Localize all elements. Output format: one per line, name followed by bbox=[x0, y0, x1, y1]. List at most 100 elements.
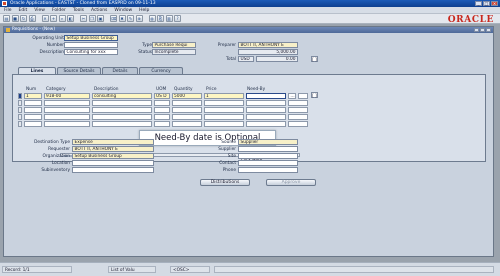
subinventory-field[interactable] bbox=[72, 167, 154, 173]
line-quantity-cell[interactable]: 5000 bbox=[172, 93, 202, 99]
row-selector[interactable] bbox=[18, 100, 22, 106]
table-row[interactable] bbox=[18, 107, 308, 113]
tab-lines[interactable]: Lines bbox=[18, 67, 56, 74]
menu-file[interactable]: File bbox=[4, 8, 12, 13]
location-field[interactable] bbox=[72, 160, 154, 166]
paste-icon[interactable]: ▣ bbox=[97, 15, 104, 22]
line-uom-cell[interactable]: US D bbox=[154, 93, 170, 99]
print-icon[interactable]: ⎙ bbox=[28, 15, 36, 22]
close-form-icon[interactable]: ✕ bbox=[41, 15, 49, 22]
form-close-icon[interactable] bbox=[486, 27, 491, 32]
show-navigator-icon[interactable]: ◧ bbox=[67, 15, 74, 22]
line-price-cell[interactable] bbox=[204, 100, 244, 106]
line-quantity-cell[interactable] bbox=[172, 121, 202, 127]
menu-help[interactable]: Help bbox=[139, 8, 149, 13]
preparer-field[interactable]: BOTT II, ANTHONY E bbox=[238, 42, 298, 48]
edit-field-icon[interactable]: ✎ bbox=[127, 15, 134, 22]
line-price-cell[interactable] bbox=[204, 107, 244, 113]
close-icon[interactable]: × bbox=[491, 1, 498, 6]
clear-record-icon[interactable]: ⌫ bbox=[110, 15, 117, 22]
line-flex-cell[interactable] bbox=[288, 121, 308, 127]
phone-field[interactable] bbox=[238, 167, 298, 173]
line-quantity-cell[interactable] bbox=[172, 114, 202, 120]
destination-type-field[interactable]: Expense bbox=[72, 139, 154, 145]
line-description-cell[interactable] bbox=[92, 121, 152, 127]
line-description-cell[interactable] bbox=[92, 107, 152, 113]
line-category-cell[interactable] bbox=[44, 121, 90, 127]
translations-icon[interactable]: ◍ bbox=[148, 15, 156, 22]
line-num-cell[interactable] bbox=[24, 114, 42, 120]
delete-icon[interactable]: ✖ bbox=[118, 15, 126, 22]
save-icon[interactable]: ■ bbox=[11, 15, 19, 22]
line-flex-cell[interactable] bbox=[298, 93, 308, 99]
line-num-cell[interactable] bbox=[24, 121, 42, 127]
line-uom-cell[interactable] bbox=[154, 100, 170, 106]
organization-field[interactable]: Setup Business Group bbox=[72, 153, 154, 159]
line-category-cell[interactable]: 918-00 bbox=[44, 93, 90, 99]
line-uom-cell[interactable] bbox=[154, 107, 170, 113]
contact-field[interactable] bbox=[238, 160, 298, 166]
form-minimize-icon[interactable] bbox=[474, 27, 479, 32]
source-field[interactable]: Supplier bbox=[238, 139, 298, 145]
line-need-by-cell[interactable] bbox=[246, 107, 286, 113]
type-field[interactable]: Purchase Requi bbox=[152, 42, 196, 48]
zoom-icon[interactable]: ⊕ bbox=[135, 15, 143, 22]
line-description-cell[interactable] bbox=[92, 100, 152, 106]
line-price-cell[interactable] bbox=[204, 114, 244, 120]
operating-unit-field[interactable]: Setup Business Group bbox=[64, 35, 118, 41]
line-category-cell[interactable] bbox=[44, 107, 90, 113]
line-quantity-cell[interactable] bbox=[172, 100, 202, 106]
line-uom-cell[interactable] bbox=[154, 121, 170, 127]
line-num-cell[interactable] bbox=[24, 100, 42, 106]
row-selector[interactable] bbox=[18, 121, 22, 127]
line-need-by-cell[interactable] bbox=[246, 93, 286, 99]
line-need-by-cell[interactable] bbox=[246, 114, 286, 120]
calendar-icon[interactable]: … bbox=[288, 93, 296, 99]
tab-source-details[interactable]: Source Details bbox=[57, 67, 101, 74]
requester-field[interactable]: BOTT II, ANTHONY E bbox=[72, 146, 154, 152]
line-num-cell[interactable]: 1 bbox=[24, 93, 42, 99]
line-price-cell[interactable]: 1 bbox=[204, 93, 244, 99]
menu-folder[interactable]: Folder bbox=[52, 8, 66, 13]
open-icon[interactable]: ▤ bbox=[3, 15, 10, 22]
cut-icon[interactable]: ✂ bbox=[80, 15, 87, 22]
new-record-icon[interactable]: + bbox=[50, 15, 57, 22]
copy-icon[interactable]: ❐ bbox=[88, 15, 96, 22]
row-selector[interactable] bbox=[18, 107, 22, 113]
tab-currency[interactable]: Currency bbox=[139, 67, 183, 74]
menu-view[interactable]: View bbox=[34, 8, 45, 13]
table-row[interactable] bbox=[18, 100, 308, 106]
approve-button[interactable]: Approve bbox=[266, 179, 316, 186]
tab-details[interactable]: Details bbox=[102, 67, 138, 74]
site-field[interactable] bbox=[238, 153, 298, 159]
menu-edit[interactable]: Edit bbox=[19, 8, 28, 13]
line-quantity-cell[interactable] bbox=[172, 107, 202, 113]
find-icon[interactable]: ⌕ bbox=[58, 15, 66, 22]
header-flex-button[interactable]: [ ] bbox=[311, 56, 318, 62]
table-row[interactable] bbox=[18, 114, 308, 120]
distributions-button[interactable]: Distributions bbox=[200, 179, 250, 186]
help-icon[interactable]: ? bbox=[174, 15, 181, 22]
lines-flex-button[interactable]: [ ] bbox=[311, 92, 318, 98]
row-selector[interactable] bbox=[18, 114, 22, 120]
form-maximize-icon[interactable] bbox=[480, 27, 485, 32]
line-flex-cell[interactable] bbox=[288, 100, 308, 106]
line-price-cell[interactable] bbox=[204, 121, 244, 127]
row-selector[interactable] bbox=[18, 93, 22, 99]
folder-tools-icon[interactable]: ▥ bbox=[165, 15, 173, 22]
line-description-cell[interactable] bbox=[92, 114, 152, 120]
table-row[interactable]: 1 918-00 consulting US D 5000 1 … bbox=[18, 93, 308, 99]
supplier-field[interactable] bbox=[238, 146, 298, 152]
description-field[interactable]: Consulting for xxx bbox=[64, 49, 118, 55]
maximize-icon[interactable]: □ bbox=[483, 1, 490, 6]
line-category-cell[interactable] bbox=[44, 100, 90, 106]
line-category-cell[interactable] bbox=[44, 114, 90, 120]
table-row[interactable] bbox=[18, 121, 308, 127]
menu-tools[interactable]: Tools bbox=[73, 8, 84, 13]
line-flex-cell[interactable] bbox=[288, 114, 308, 120]
number-field[interactable] bbox=[64, 42, 118, 48]
menu-actions[interactable]: Actions bbox=[91, 8, 107, 13]
menu-window[interactable]: Window bbox=[114, 8, 132, 13]
line-uom-cell[interactable] bbox=[154, 114, 170, 120]
attachments-icon[interactable]: ⎘ bbox=[157, 15, 164, 22]
